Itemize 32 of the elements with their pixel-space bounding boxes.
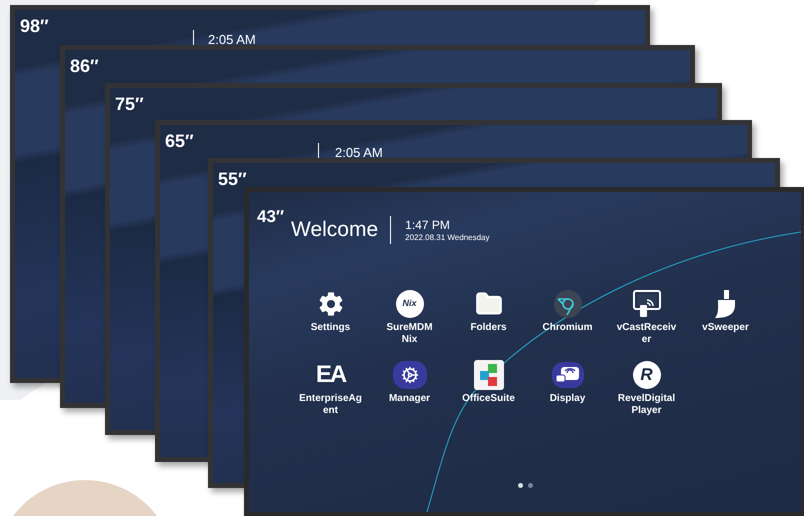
welcome-heading: Welcome bbox=[291, 218, 378, 242]
size-label: 86″ bbox=[70, 55, 99, 78]
ring-logo-icon bbox=[554, 290, 582, 318]
app-label[interactable]: Chromium bbox=[542, 322, 592, 334]
app-label[interactable]: Display bbox=[550, 393, 586, 405]
size-label: 55″ bbox=[218, 168, 247, 191]
app-label[interactable]: vSweeper bbox=[702, 322, 749, 334]
cast-screen-icon bbox=[632, 289, 662, 319]
app-label[interactable]: OfficeSuite bbox=[462, 393, 515, 405]
size-label: 43″ bbox=[257, 208, 284, 226]
letters-logo-icon: EA bbox=[316, 361, 346, 389]
app-label[interactable]: SureMDM Nix bbox=[386, 322, 433, 346]
circle-logo-icon: Nix bbox=[396, 290, 424, 318]
divider-line bbox=[390, 216, 392, 244]
size-label: 75″ bbox=[115, 93, 144, 116]
app-label[interactable]: Folders bbox=[470, 322, 507, 334]
gears-icon bbox=[392, 361, 426, 389]
clock-time: 1:47 PM bbox=[405, 218, 451, 232]
circle-logo-icon: R bbox=[632, 361, 660, 389]
date-text: 2022.08.31 Wednesday bbox=[405, 232, 490, 242]
settings-icon bbox=[318, 291, 344, 317]
size-label: 65″ bbox=[165, 130, 194, 153]
app-label[interactable]: Settings bbox=[310, 322, 350, 334]
clock-time: 2:05 AM bbox=[335, 145, 383, 161]
app-label[interactable]: Manager bbox=[388, 393, 430, 405]
app-label[interactable]: vCastReceiv er bbox=[616, 322, 676, 346]
app-label[interactable]: EnterpriseAg ent bbox=[299, 393, 362, 417]
cubes-logo-icon bbox=[474, 360, 504, 390]
size-label: 98″ bbox=[20, 15, 49, 38]
app-label[interactable]: RevelDigital Player bbox=[618, 393, 676, 417]
clock-time: 2:05 AM bbox=[208, 32, 256, 48]
screen-share-icon bbox=[550, 360, 584, 390]
